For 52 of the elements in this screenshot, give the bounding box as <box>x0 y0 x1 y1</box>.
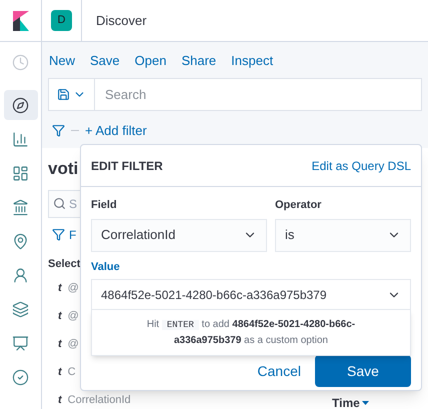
suggestion-dropdown[interactable]: Hit ENTER to add 4864f52e-5021-4280-b66c-a336a975b379 as a custom option <box>91 309 411 356</box>
search-icon <box>53 197 66 210</box>
dashboard-icon <box>12 164 29 182</box>
value-label: Value <box>91 260 120 274</box>
index-title: voti <box>48 158 78 180</box>
column-header[interactable]: Time <box>332 394 360 409</box>
save-button[interactable]: Save <box>315 355 411 387</box>
space-avatar[interactable]: D <box>51 10 72 31</box>
cancel-button[interactable]: Cancel <box>253 360 305 382</box>
field-name[interactable]: @ <box>68 282 79 294</box>
menu-link[interactable]: Open <box>134 51 166 70</box>
search-field[interactable]: Search <box>95 78 421 110</box>
add-filter-link[interactable]: + Add filter <box>85 120 147 140</box>
logo-icon[interactable] <box>12 10 28 30</box>
field-type-label: t <box>58 392 62 408</box>
clock-icon <box>12 54 29 70</box>
layers-icon <box>12 300 29 318</box>
page-title: Discover <box>96 12 147 30</box>
filter-toggle[interactable]: F <box>69 226 76 244</box>
check-circle-icon <box>12 368 29 386</box>
bar-chart-icon <box>12 130 29 148</box>
operator-label: Operator <box>275 198 322 213</box>
section-label: Select <box>48 256 80 272</box>
building-icon <box>12 198 29 216</box>
field-type-label: t <box>58 308 62 324</box>
filter-icon[interactable] <box>52 124 65 137</box>
hint-text: Hit ENTER to add 4864f52e-5021-4280-b66c-a336a975b379 as a custom option <box>146 318 356 348</box>
menu-link[interactable]: Share <box>181 51 216 70</box>
search-bar[interactable]: Search <box>48 78 422 110</box>
field-type-label: t <box>58 280 62 296</box>
operator-select[interactable]: is <box>275 218 411 252</box>
screen-icon <box>12 334 29 352</box>
popover-title: EDIT FILTER <box>91 158 163 174</box>
field-type-label: t <box>58 336 62 352</box>
field-name[interactable]: @ <box>68 310 79 322</box>
caret-icon <box>362 400 369 406</box>
menu-link[interactable]: Inspect <box>231 51 274 70</box>
field-name[interactable]: CorrelationId <box>68 394 131 406</box>
field-select[interactable]: CorrelationId <box>91 218 267 252</box>
query-dsl-link[interactable]: Edit as Query DSL <box>312 156 411 174</box>
user-icon <box>12 266 29 284</box>
field-name[interactable]: @ <box>68 338 79 350</box>
value-combobox[interactable]: 4864f52e-5021-4280-b66c-a336a975b379 <box>91 279 411 312</box>
menu-link[interactable]: New <box>49 51 76 70</box>
filter-icon[interactable] <box>52 228 65 241</box>
save-icon <box>57 88 70 100</box>
nav-item[interactable] <box>4 90 38 120</box>
compass-icon <box>12 96 29 114</box>
menu-link[interactable]: Save <box>90 51 120 70</box>
map-pin-icon <box>12 232 29 250</box>
field-type-label: t <box>58 364 62 380</box>
field-name[interactable]: C <box>68 366 76 378</box>
